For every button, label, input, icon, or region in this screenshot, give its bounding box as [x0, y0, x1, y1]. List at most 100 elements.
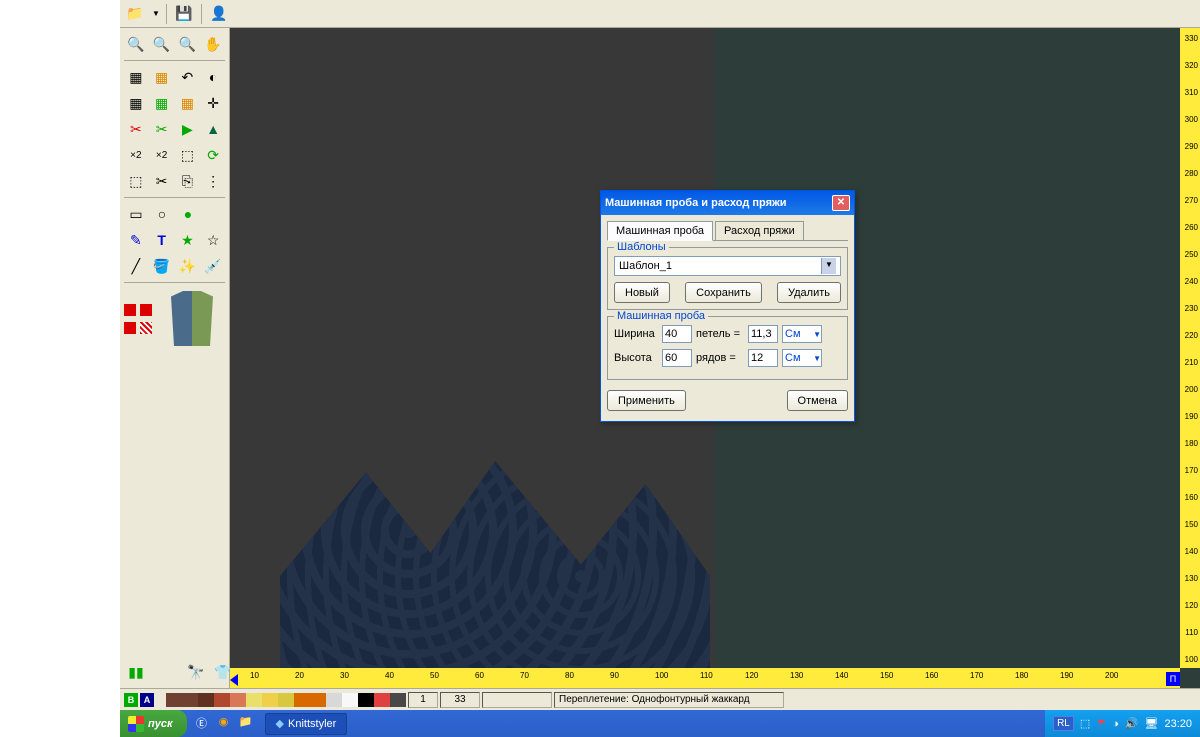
ie-icon[interactable]: Ⓔ [193, 715, 211, 733]
folder2-icon[interactable]: 📁 [237, 715, 255, 733]
color-swatch-3[interactable] [124, 322, 136, 334]
badge-a[interactable]: A [140, 693, 154, 707]
text-icon[interactable]: T [150, 228, 174, 252]
refresh-icon[interactable]: ⟳ [201, 143, 225, 167]
vertical-ruler: 3303203103002902802702602502402302202102… [1180, 28, 1200, 668]
color-swatch-1[interactable] [124, 304, 136, 316]
play-icon[interactable]: ▶ [176, 117, 200, 141]
star-icon[interactable]: ★ [176, 228, 200, 252]
language-indicator[interactable]: RL [1053, 716, 1074, 731]
color-chip[interactable] [358, 693, 374, 707]
grid2-icon[interactable]: ▦ [150, 65, 174, 89]
x2-icon[interactable]: ×2 [124, 143, 148, 167]
color-chip[interactable] [342, 693, 358, 707]
color-chip[interactable] [374, 693, 390, 707]
color-chip[interactable] [182, 693, 198, 707]
bars-icon[interactable]: ▮▮ [124, 660, 148, 684]
dialog-titlebar[interactable]: Машинная проба и расход пряжи ✕ [601, 191, 854, 215]
hand-icon[interactable]: ✋ [201, 32, 225, 56]
color-chip[interactable] [294, 693, 310, 707]
pencil-icon[interactable]: ✎ [124, 228, 148, 252]
dialog-tabs: Машинная проба Расход пряжи [607, 221, 848, 241]
triangle-icon[interactable]: ▲ [201, 117, 225, 141]
dropdown-arrow-icon[interactable]: ▼ [152, 9, 160, 18]
color-swatch-4[interactable] [140, 322, 152, 334]
cut-icon[interactable]: ✂ [124, 117, 148, 141]
folder-icon[interactable]: 📁 [124, 3, 146, 25]
width-input[interactable] [662, 325, 692, 343]
colors-icon[interactable]: ▦ [176, 91, 200, 115]
tray-icon-2[interactable]: ☂ [1096, 717, 1106, 730]
badge-b[interactable]: B [124, 693, 138, 707]
delete-button[interactable]: Удалить [777, 282, 841, 303]
zoom-fit-icon[interactable]: 🔍 [176, 32, 200, 56]
save-icon[interactable]: 💾 [173, 3, 195, 25]
apply-button[interactable]: Применить [607, 390, 686, 411]
marquee-icon[interactable]: ⬚ [124, 169, 148, 193]
close-icon[interactable]: ✕ [832, 195, 850, 211]
shape-icon[interactable]: ◐ [201, 65, 225, 89]
dots-icon[interactable]: ⋮ [201, 169, 225, 193]
tray-icon-4[interactable]: 🔊 [1125, 717, 1139, 730]
color-palette-bar [166, 693, 406, 707]
filled-circle-icon[interactable]: ● [176, 202, 200, 226]
new-button[interactable]: Новый [614, 282, 670, 303]
star2-icon[interactable]: ☆ [201, 228, 225, 252]
user-icon[interactable]: 👤 [208, 3, 230, 25]
height-unit-dropdown[interactable]: См▼ [782, 349, 822, 367]
color-chip[interactable] [166, 693, 182, 707]
binoculars-icon[interactable]: 🔭 [184, 660, 208, 684]
height-cm-input[interactable] [748, 349, 778, 367]
zoom-in-icon[interactable]: 🔍 [124, 32, 148, 56]
gauge-dialog: Машинная проба и расход пряжи ✕ Машинная… [600, 190, 855, 422]
templates-fieldset: Шаблоны Шаблон_1 ▼ Новый Сохранить Удали… [607, 247, 848, 310]
color-chip[interactable] [198, 693, 214, 707]
rows-label: рядов = [696, 352, 744, 364]
taskbar-app[interactable]: ◆ Knittstyler [265, 713, 348, 735]
tray-icon-5[interactable]: 🖥 [1145, 717, 1159, 730]
copy-icon[interactable]: ⎘ [176, 169, 200, 193]
select-icon[interactable]: ⬚ [176, 143, 200, 167]
tray-icon-1[interactable]: ⬚ [1080, 717, 1090, 730]
circle-icon[interactable]: ○ [150, 202, 174, 226]
fill-icon[interactable]: 🪣 [150, 254, 174, 278]
height-input[interactable] [662, 349, 692, 367]
scissors-icon[interactable]: ✂ [150, 169, 174, 193]
save-button[interactable]: Сохранить [685, 282, 762, 303]
width-cm-input[interactable] [748, 325, 778, 343]
color-chip[interactable] [390, 693, 406, 707]
color-swatch-2[interactable] [140, 304, 152, 316]
templates-legend: Шаблоны [614, 241, 669, 253]
template-dropdown[interactable]: Шаблон_1 ▼ [614, 256, 841, 276]
x2b-icon[interactable]: ×2 [150, 143, 174, 167]
grid3-icon[interactable]: ▦ [124, 91, 148, 115]
tray-icon-3[interactable]: ◑ [1112, 718, 1119, 730]
color-chip[interactable] [278, 693, 294, 707]
cancel-button[interactable]: Отмена [787, 390, 848, 411]
color-chip[interactable] [214, 693, 230, 707]
color-chip[interactable] [310, 693, 326, 707]
undo-icon[interactable]: ↶ [176, 65, 200, 89]
rect-icon[interactable]: ▭ [124, 202, 148, 226]
tab-yarn[interactable]: Расход пряжи [715, 221, 804, 240]
width-label: Ширина [614, 328, 658, 340]
color-chip[interactable] [262, 693, 278, 707]
cut2-icon[interactable]: ✂ [150, 117, 174, 141]
width-unit-dropdown[interactable]: См▼ [782, 325, 822, 343]
start-button[interactable]: пуск [120, 710, 187, 737]
ruler-indicator-right[interactable]: П [1166, 672, 1180, 686]
wand-icon[interactable]: ✨ [176, 254, 200, 278]
color-chip[interactable] [326, 693, 342, 707]
grid-icon[interactable]: ▦ [124, 65, 148, 89]
color-chip[interactable] [246, 693, 262, 707]
clock[interactable]: 23:20 [1164, 718, 1192, 730]
crosshair-icon[interactable]: ✛ [201, 91, 225, 115]
palette-icon[interactable]: ▦ [150, 91, 174, 115]
line-icon[interactable]: ╱ [124, 254, 148, 278]
gauge-legend: Машинная проба [614, 310, 708, 322]
eyedropper-icon[interactable]: 💉 [201, 254, 225, 278]
tab-gauge[interactable]: Машинная проба [607, 221, 713, 241]
av-icon[interactable]: ◉ [215, 715, 233, 733]
color-chip[interactable] [230, 693, 246, 707]
zoom-out-icon[interactable]: 🔍 [150, 32, 174, 56]
